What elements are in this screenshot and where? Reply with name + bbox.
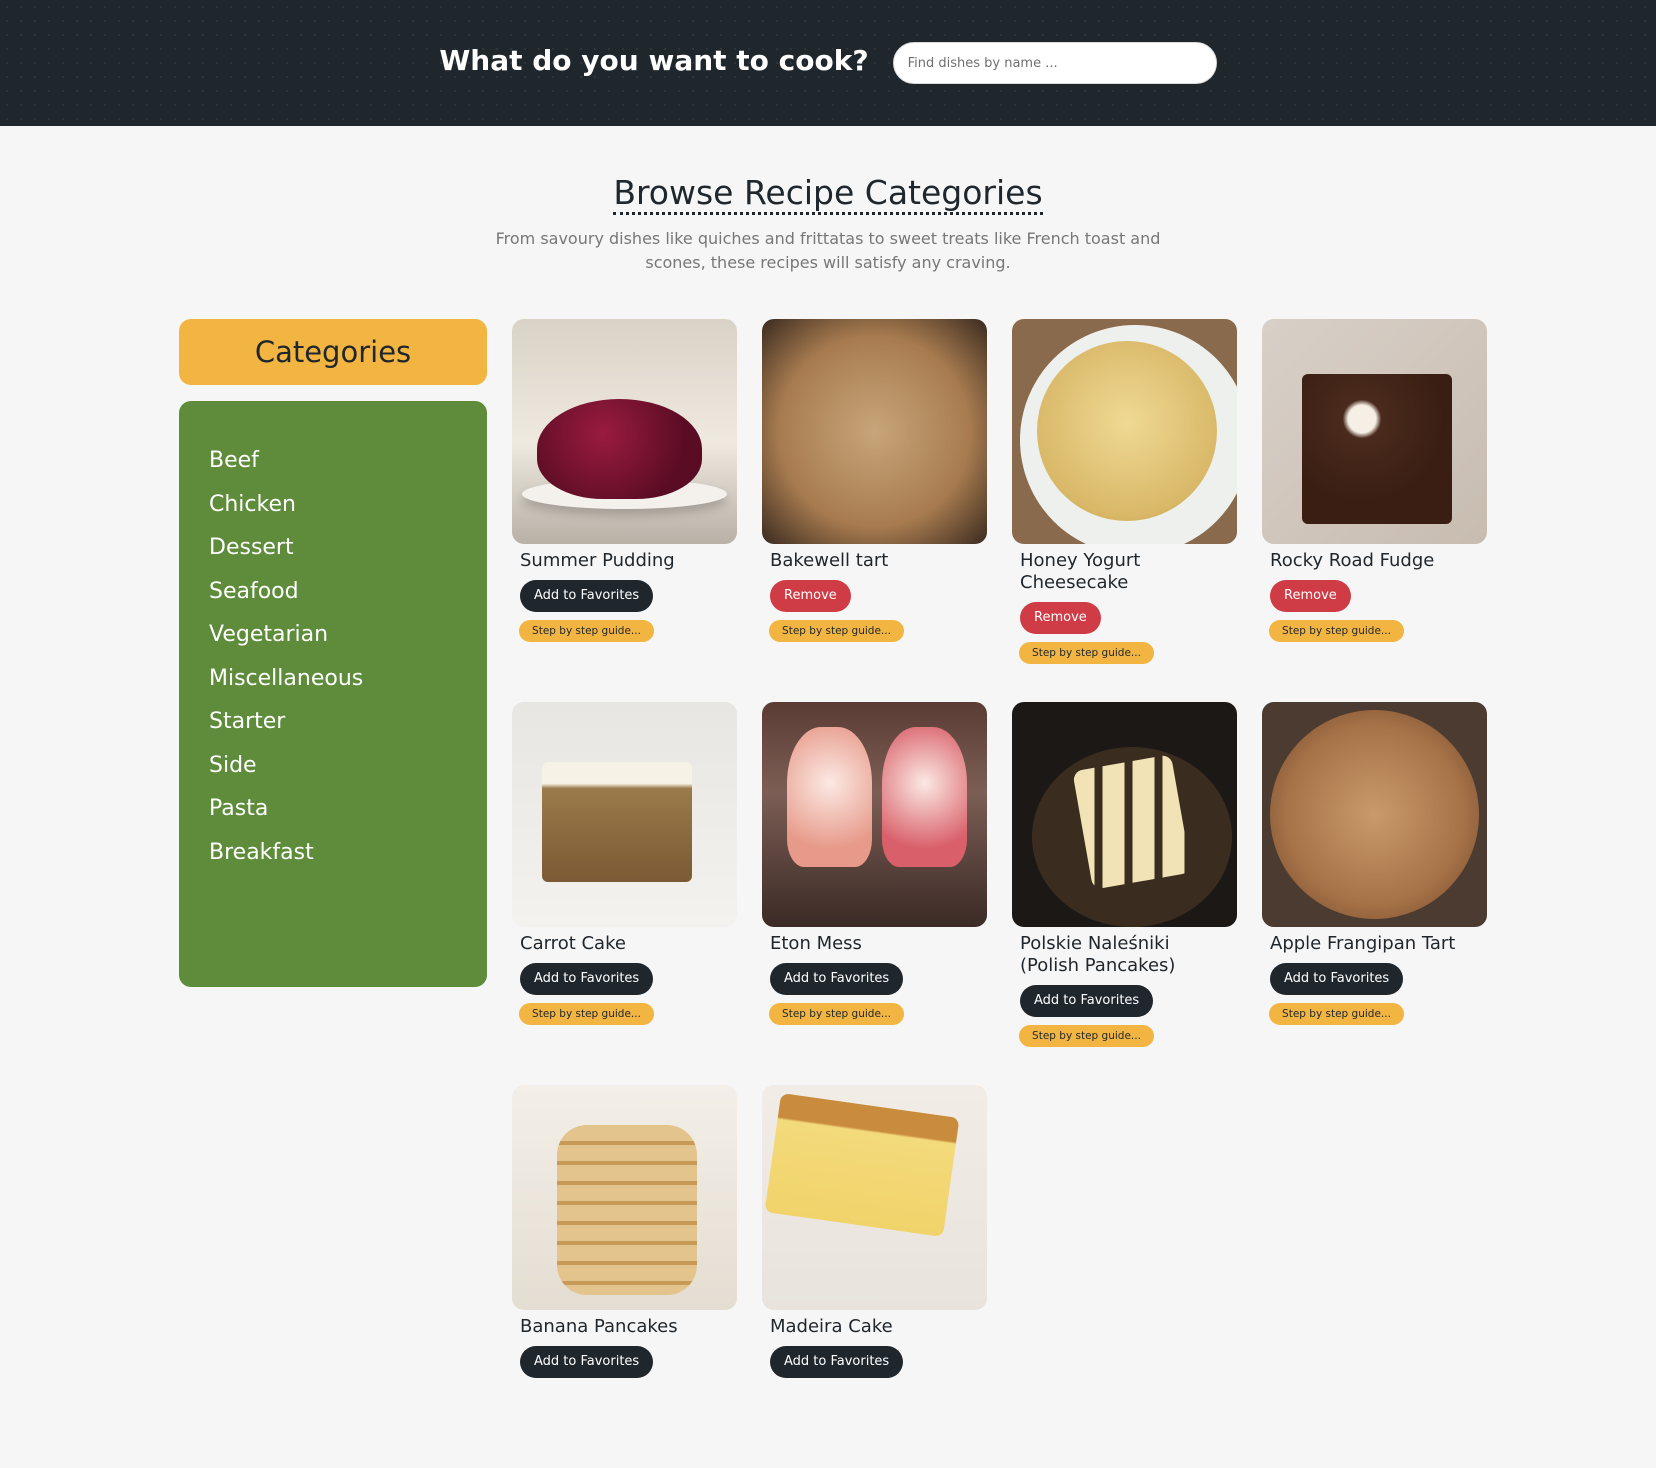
section-title: Browse Recipe Categories (613, 174, 1043, 215)
recipe-title: Carrot Cake (520, 933, 626, 954)
recipe-card: Honey Yogurt Cheesecake Remove Step by s… (1012, 319, 1237, 702)
recipe-title: Honey Yogurt Cheesecake (1020, 550, 1141, 593)
add-to-favorites-button[interactable]: Add to Favorites (770, 1346, 904, 1378)
remove-button[interactable]: Remove (1020, 602, 1101, 634)
step-guide-button[interactable]: Step by step guide... (1269, 620, 1404, 642)
add-to-favorites-button[interactable]: Add to Favorites (770, 963, 904, 995)
category-breakfast[interactable]: Breakfast (209, 831, 487, 875)
add-to-favorites-button[interactable]: Add to Favorites (1020, 985, 1154, 1017)
search-input[interactable] (907, 55, 1202, 71)
step-guide-button[interactable]: Step by step guide... (519, 620, 654, 642)
recipe-image[interactable] (762, 702, 987, 927)
recipe-card: Rocky Road Fudge Remove Step by step gui… (1262, 319, 1487, 702)
recipe-image[interactable] (762, 1085, 987, 1310)
recipe-title: Madeira Cake (770, 1316, 893, 1337)
recipe-title: Eton Mess (770, 933, 862, 954)
recipe-title: Polskie Naleśniki (Polish Pancakes) (1020, 933, 1176, 976)
category-beef[interactable]: Beef (209, 439, 487, 483)
category-dessert[interactable]: Dessert (209, 526, 487, 570)
recipe-image[interactable] (762, 319, 987, 544)
step-guide-button[interactable]: Step by step guide... (519, 1003, 654, 1025)
category-list: Beef Chicken Dessert Seafood Vegetarian … (179, 401, 487, 987)
recipe-image[interactable] (1012, 702, 1237, 927)
category-seafood[interactable]: Seafood (209, 570, 487, 614)
recipe-title: Summer Pudding (520, 550, 675, 571)
category-starter[interactable]: Starter (209, 700, 487, 744)
recipe-image[interactable] (1262, 319, 1487, 544)
recipe-card: Bakewell tart Remove Step by step guide.… (762, 319, 987, 702)
recipe-grid: Summer Pudding Add to Favorites Step by … (512, 319, 1487, 1468)
step-guide-button[interactable]: Step by step guide... (1019, 1025, 1154, 1047)
recipe-image[interactable] (512, 1085, 737, 1310)
add-to-favorites-button[interactable]: Add to Favorites (1270, 963, 1404, 995)
recipe-title: Bakewell tart (770, 550, 889, 571)
categories-heading: Categories (179, 319, 487, 385)
category-chicken[interactable]: Chicken (209, 483, 487, 527)
recipe-card: Madeira Cake Add to Favorites (762, 1085, 987, 1468)
recipe-image[interactable] (1262, 702, 1487, 927)
category-vegetarian[interactable]: Vegetarian (209, 613, 487, 657)
add-to-favorites-button[interactable]: Add to Favorites (520, 580, 654, 612)
recipe-card: Apple Frangipan Tart Add to Favorites St… (1262, 702, 1487, 1085)
category-miscellaneous[interactable]: Miscellaneous (209, 657, 487, 701)
page-heading: What do you want to cook? (439, 43, 869, 77)
add-to-favorites-button[interactable]: Add to Favorites (520, 963, 654, 995)
recipe-title: Banana Pancakes (520, 1316, 678, 1337)
top-bar: What do you want to cook? (0, 0, 1656, 126)
recipe-card: Carrot Cake Add to Favorites Step by ste… (512, 702, 737, 1085)
section-description: From savoury dishes like quiches and fri… (495, 229, 1161, 272)
step-guide-button[interactable]: Step by step guide... (1269, 1003, 1404, 1025)
recipe-title: Rocky Road Fudge (1270, 550, 1435, 571)
category-pasta[interactable]: Pasta (209, 787, 487, 831)
recipe-card: Summer Pudding Add to Favorites Step by … (512, 319, 737, 702)
remove-button[interactable]: Remove (770, 580, 851, 612)
recipe-card: Polskie Naleśniki (Polish Pancakes) Add … (1012, 702, 1237, 1085)
search-box[interactable] (892, 42, 1217, 84)
recipe-image[interactable] (512, 319, 737, 544)
recipe-title: Apple Frangipan Tart (1270, 933, 1456, 954)
category-side[interactable]: Side (209, 744, 487, 788)
recipe-card: Eton Mess Add to Favorites Step by step … (762, 702, 987, 1085)
recipe-image[interactable] (1012, 319, 1237, 544)
intro-section: Browse Recipe Categories From savoury di… (0, 174, 1656, 275)
recipe-card: Banana Pancakes Add to Favorites (512, 1085, 737, 1468)
categories-sidebar: Categories Beef Chicken Dessert Seafood … (179, 319, 487, 987)
step-guide-button[interactable]: Step by step guide... (769, 1003, 904, 1025)
recipe-image[interactable] (512, 702, 737, 927)
step-guide-button[interactable]: Step by step guide... (769, 620, 904, 642)
step-guide-button[interactable]: Step by step guide... (1019, 642, 1154, 664)
remove-button[interactable]: Remove (1270, 580, 1351, 612)
add-to-favorites-button[interactable]: Add to Favorites (520, 1346, 654, 1378)
